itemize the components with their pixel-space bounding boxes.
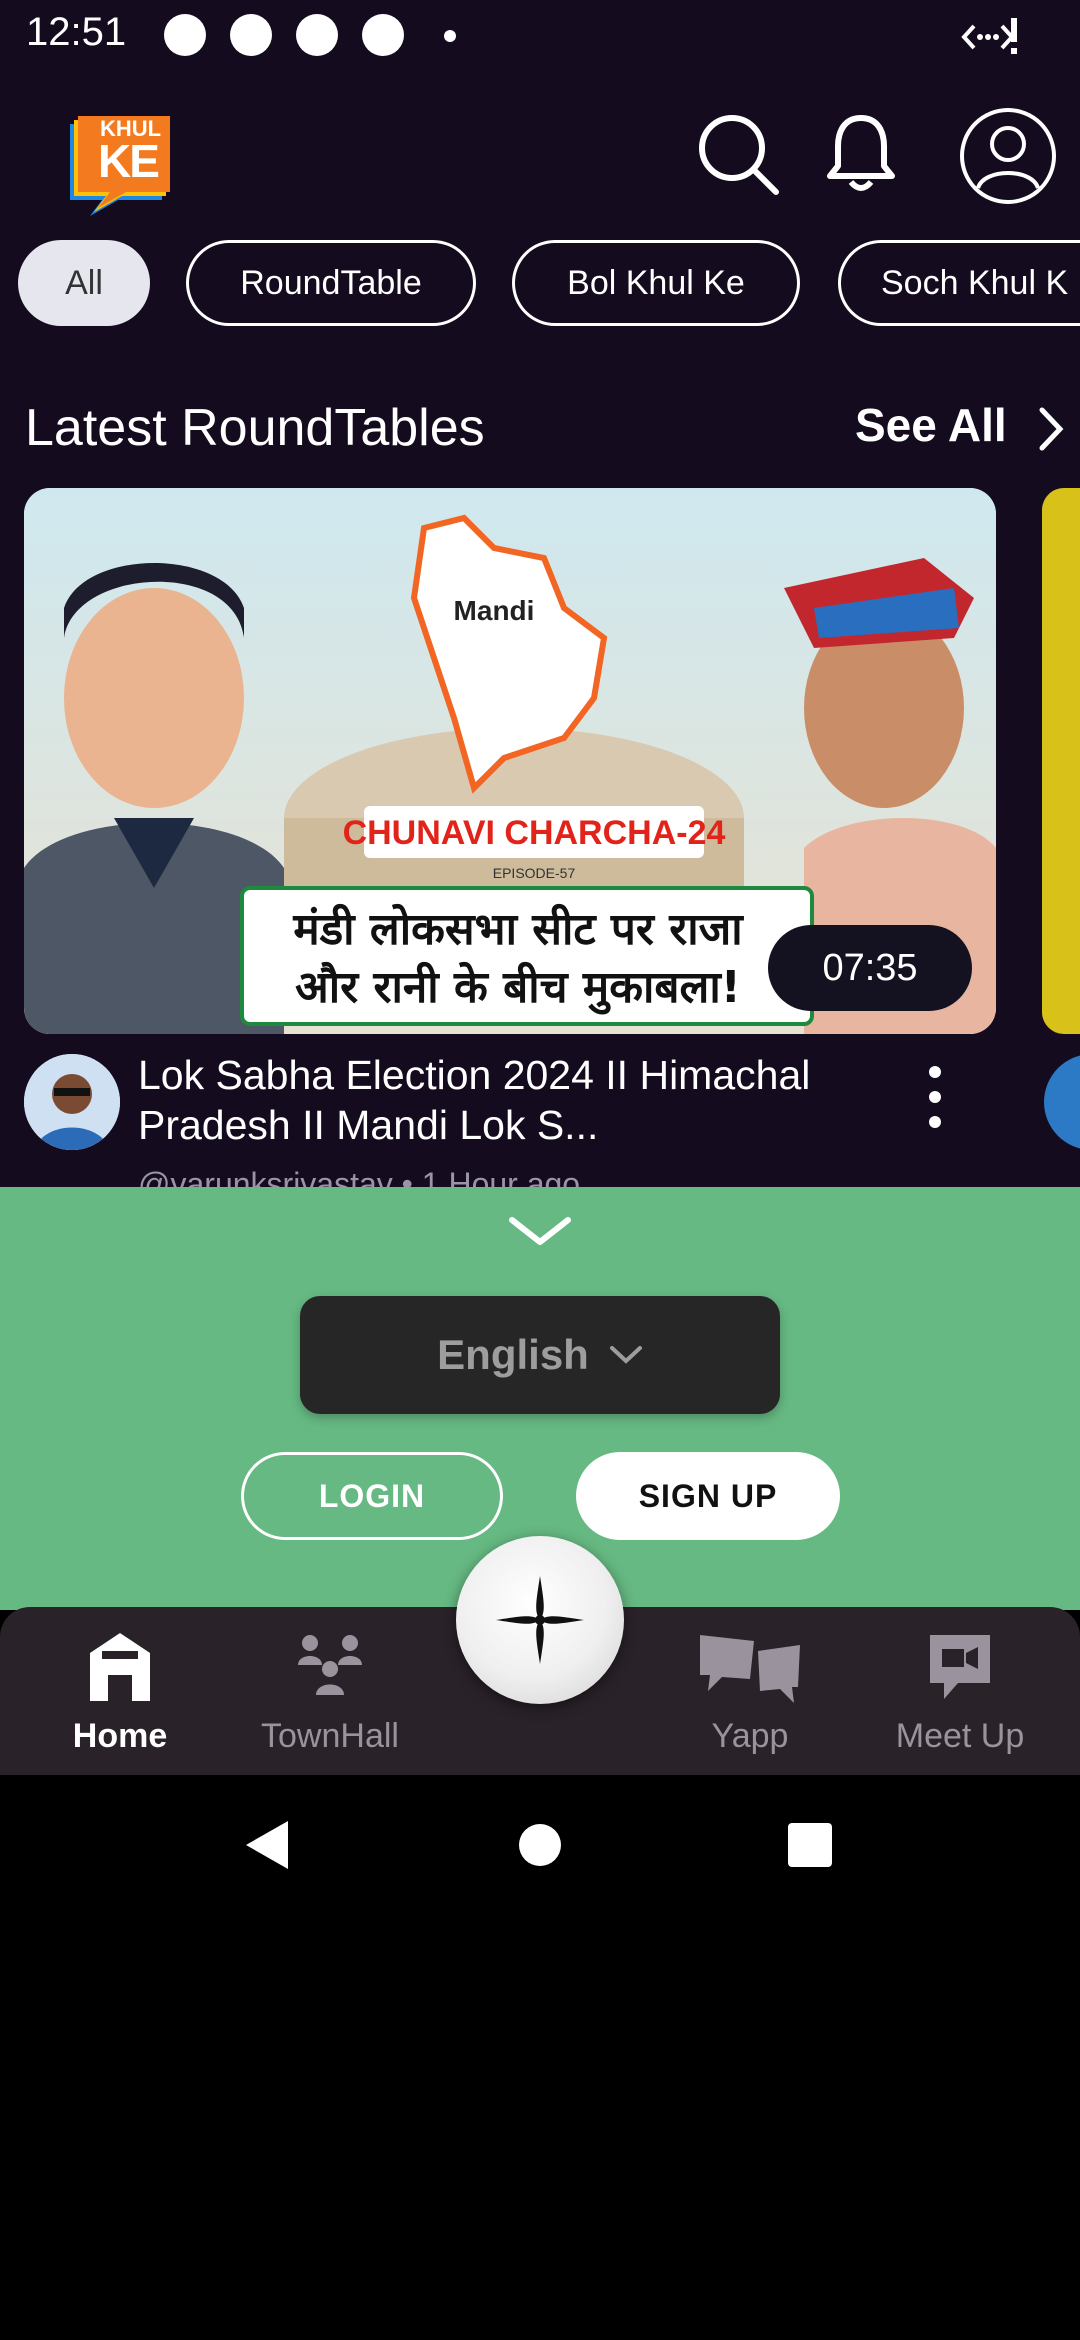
next-video-thumbnail-peek[interactable]	[1042, 488, 1080, 1034]
signup-button[interactable]: SIGN UP	[576, 1452, 840, 1540]
video-duration-badge: 07:35	[768, 925, 972, 1011]
chip-all[interactable]: All	[18, 240, 150, 326]
center-action-button[interactable]	[456, 1536, 624, 1704]
nav-label-meetup: Meet Up	[895, 1717, 1025, 1755]
nav-label-home: Home	[72, 1717, 168, 1755]
chip-soch-khul-ke[interactable]: Soch Khul K	[838, 240, 1080, 326]
login-button[interactable]: LOGIN	[241, 1452, 503, 1540]
recents-square-icon[interactable]	[788, 1823, 832, 1867]
profile-avatar-icon[interactable]	[958, 106, 1058, 206]
status-time: 12:51	[26, 10, 127, 54]
thumb-hindi-line2: और रानी के बीच मुकाबला!	[295, 961, 741, 1015]
townhall-group-icon	[298, 1635, 362, 1695]
logo-text-bottom: KE	[98, 135, 160, 187]
video-meta: @varunksrivastav • 1 Hour ago	[138, 1166, 581, 1187]
app-content: KHUL KE All RoundTable Bol Khul Ke Soch …	[0, 72, 1080, 1187]
thumb-hindi-line1: मंडी लोकसभा सीट पर राजा	[292, 903, 744, 955]
khul-ke-logo[interactable]: KHUL KE	[62, 96, 182, 216]
sparkle-star-icon	[496, 1576, 584, 1664]
nav-label-yapp: Yapp	[711, 1717, 789, 1755]
channel-avatar[interactable]	[24, 1054, 120, 1150]
chevron-right-icon[interactable]	[1038, 406, 1064, 452]
search-icon[interactable]	[696, 112, 780, 196]
system-navigation-bar	[0, 1775, 1080, 1915]
next-channel-avatar-peek[interactable]	[1044, 1054, 1080, 1150]
yapp-chat-icon	[700, 1635, 800, 1703]
chip-bol-khul-ke[interactable]: Bol Khul Ke	[512, 240, 800, 326]
notification-dot-icon	[362, 14, 404, 56]
more-options-icon[interactable]	[920, 1062, 950, 1132]
nav-label-townhall: TownHall	[261, 1717, 399, 1755]
notification-dot-icon	[164, 14, 206, 56]
meetup-video-icon	[930, 1635, 990, 1699]
nav-item-townhall[interactable]: TownHall	[230, 1607, 430, 1775]
chip-roundtable[interactable]: RoundTable	[186, 240, 476, 326]
language-select-value: English	[437, 1331, 589, 1378]
nav-item-meetup[interactable]: Meet Up	[860, 1607, 1060, 1775]
language-select[interactable]: English	[300, 1296, 780, 1414]
nav-item-home[interactable]: Home	[20, 1607, 220, 1775]
see-all-link[interactable]: See All	[855, 398, 1007, 452]
status-bar: 12:51	[0, 0, 1080, 72]
chevron-down-icon[interactable]	[508, 1216, 572, 1248]
channel-avatar-image	[24, 1054, 120, 1150]
notification-dot-icon	[230, 14, 272, 56]
home-icon	[90, 1633, 150, 1701]
thumb-banner-text: CHUNAVI CHARCHA-24	[343, 814, 726, 852]
nav-item-yapp[interactable]: Yapp	[650, 1607, 850, 1775]
battery-alert-icon	[1011, 18, 1017, 54]
home-circle-icon[interactable]	[518, 1823, 562, 1867]
chevron-down-icon	[609, 1346, 642, 1364]
more-notifications-icon	[444, 30, 456, 42]
section-title: Latest RoundTables	[25, 399, 485, 457]
back-icon[interactable]	[244, 1819, 290, 1871]
thumb-episode-text: EPISODE-57	[493, 865, 576, 881]
notification-bell-icon[interactable]	[824, 112, 898, 196]
notification-dot-icon	[296, 14, 338, 56]
video-title[interactable]: Lok Sabha Election 2024 II Himachal Prad…	[138, 1050, 878, 1150]
thumb-place-label: Mandi	[454, 595, 535, 626]
